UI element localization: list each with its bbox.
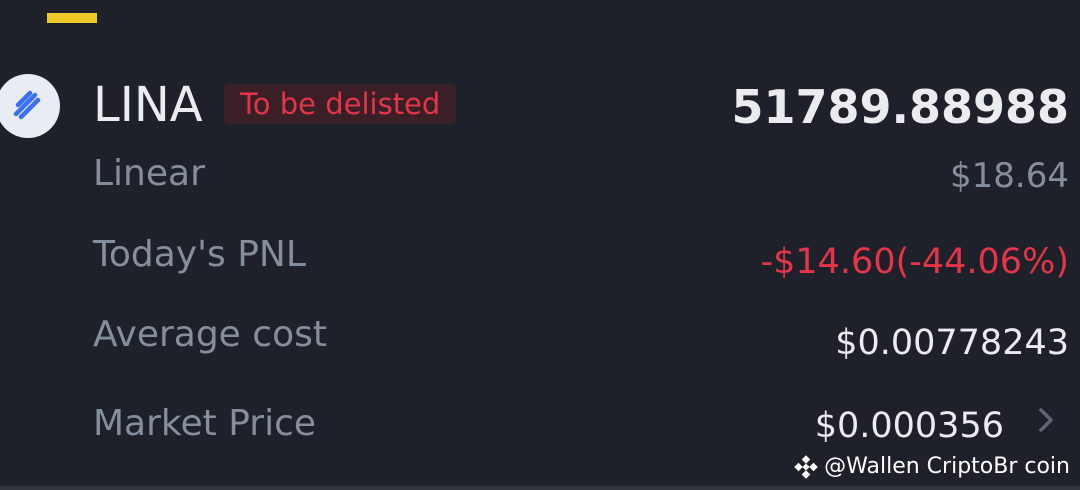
market-price-label[interactable]: Market Price [93,402,316,446]
asset-usd-value: $18.64 [950,156,1069,196]
asset-name: Linear [93,153,205,194]
divider [0,486,1080,490]
asset-symbol: LINA [93,77,203,133]
delist-badge: To be delisted [224,84,457,124]
binance-icon [794,455,818,479]
chevron-right-icon[interactable] [1034,405,1058,435]
pnl-value: -$14.60(-44.06%) [760,242,1070,282]
pnl-label: Today's PNL [93,234,306,275]
watermark: @Wallen CriptoBr coin [794,452,1070,482]
watermark-text: @Wallen CriptoBr coin [824,454,1070,479]
average-cost-label: Average cost [93,314,327,355]
linear-logo-icon [0,74,60,138]
active-tab-indicator [47,13,97,23]
average-cost-value: $0.00778243 [835,323,1069,363]
market-price-value[interactable]: $0.000356 [815,404,1004,448]
asset-balance: 51789.88988 [731,80,1069,134]
